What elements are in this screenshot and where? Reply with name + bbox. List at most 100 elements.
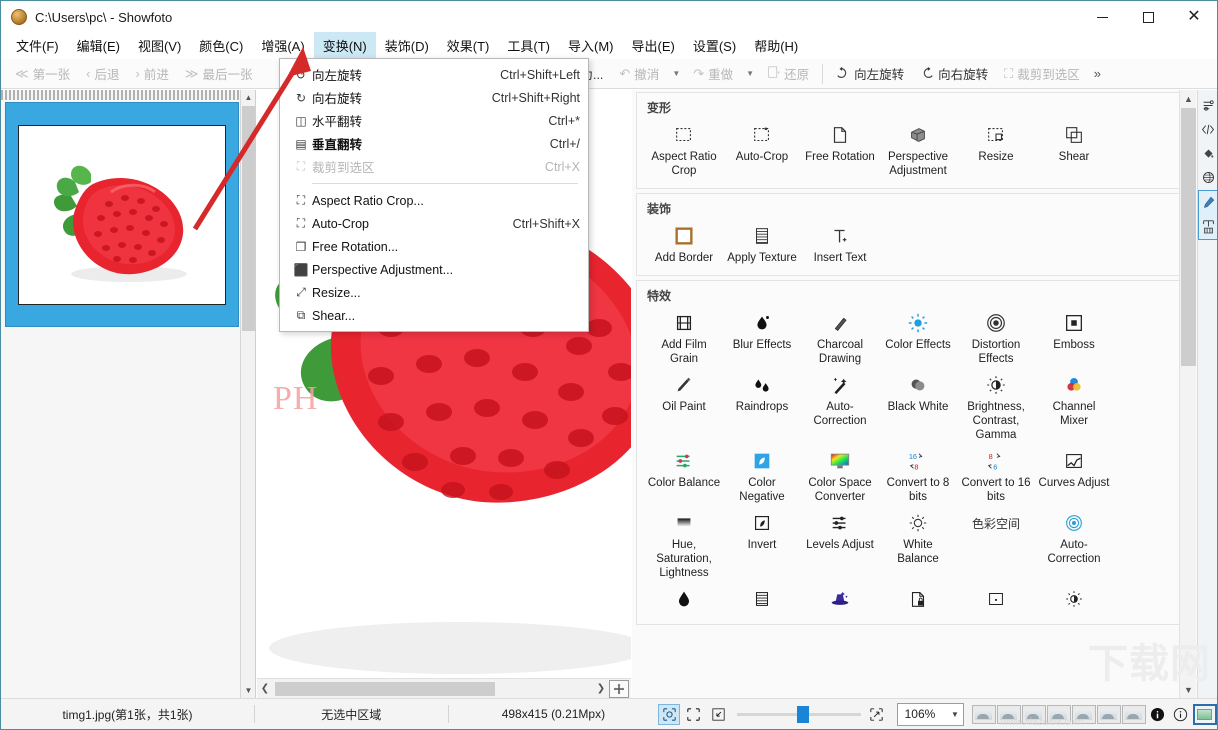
menu-decorate[interactable]: 装饰(D) xyxy=(376,32,438,59)
panel-drag-handle[interactable] xyxy=(1,90,240,100)
zoom-in-button[interactable] xyxy=(866,704,888,725)
fit-to-window-button[interactable] xyxy=(658,703,680,725)
tool-color-balance[interactable]: Color Balance xyxy=(645,446,723,508)
tool-apply-texture[interactable]: Apply Texture xyxy=(723,221,801,269)
toolbar-crop-to-selection[interactable]: ⛶ 裁剪到选区 xyxy=(996,62,1088,85)
tool-color-negative[interactable]: Color Negative xyxy=(723,446,801,508)
menu-help[interactable]: 帮助(H) xyxy=(745,32,807,59)
sliders-icon[interactable] xyxy=(1199,94,1218,116)
tool-emboss[interactable]: Emboss xyxy=(1035,308,1113,370)
toolbar-forward[interactable]: › 前进 xyxy=(127,62,176,85)
scrollbar-thumb[interactable] xyxy=(242,106,255,331)
status-thumb-7[interactable] xyxy=(1121,704,1146,724)
actual-size-button[interactable] xyxy=(683,704,705,725)
zoom-slider-handle[interactable] xyxy=(797,706,810,723)
scroll-down-icon[interactable]: ▼ xyxy=(241,683,256,698)
info-filled-icon[interactable] xyxy=(1147,704,1169,725)
toolbar-first[interactable]: ≪ 第一张 xyxy=(7,62,78,85)
zoom-level-combobox[interactable]: 106% ▼ xyxy=(896,702,964,726)
code-icon[interactable] xyxy=(1199,118,1218,140)
menu-file[interactable]: 文件(F) xyxy=(7,32,68,59)
tools-scrollbar-thumb[interactable] xyxy=(1181,108,1196,366)
menu-item-auto-crop[interactable]: ⛶ Auto-Crop Ctrl+Shift+X xyxy=(280,212,588,235)
tool-channel-mixer[interactable]: Channel Mixer xyxy=(1035,370,1113,446)
toolbar-last[interactable]: ≫ 最后一张 xyxy=(177,62,261,85)
tool-convert-8bit[interactable]: 16 8 Convert to 8 bits xyxy=(879,446,957,508)
scroll-up-icon[interactable]: ▲ xyxy=(241,90,256,105)
close-button[interactable]: ✕ xyxy=(1171,1,1217,33)
toolbar-redo[interactable]: ↷ 重做 xyxy=(685,62,741,85)
zoom-slider[interactable] xyxy=(737,704,861,724)
toolbar-revert[interactable]: 还原 xyxy=(759,62,817,85)
menu-export[interactable]: 导出(E) xyxy=(623,32,684,59)
tool-magic-hat[interactable] xyxy=(801,584,879,618)
canvas-horizontal-scrollbar[interactable]: ❮ ❯ xyxy=(257,678,631,698)
tool-ink-drop[interactable] xyxy=(645,584,723,618)
menu-item-flip-horizontal[interactable]: ◫ 水平翻转 Ctrl+* xyxy=(280,109,588,132)
tool-brightness[interactable]: Brightness, Contrast, Gamma xyxy=(957,370,1035,446)
scroll-left-icon[interactable]: ❮ xyxy=(257,679,273,699)
menu-item-resize[interactable]: ⤢ Resize... xyxy=(280,281,588,304)
status-thumb-1[interactable] xyxy=(971,704,996,724)
tool-color-space[interactable]: Color Space Converter xyxy=(801,446,879,508)
tool-distortion[interactable]: Distortion Effects xyxy=(957,308,1035,370)
tool-aspect-ratio-crop[interactable]: Aspect Ratio Crop xyxy=(645,120,723,182)
tool-film-grain[interactable]: Add Film Grain xyxy=(645,308,723,370)
tool-auto-crop[interactable]: Auto-Crop xyxy=(723,120,801,182)
toolbar-rotate-right[interactable]: 向右旋转 xyxy=(912,62,996,85)
menu-item-perspective[interactable]: ⬛ Perspective Adjustment... xyxy=(280,258,588,281)
menu-item-free-rotation[interactable]: ❐ Free Rotation... xyxy=(280,235,588,258)
tool-color-effects[interactable]: Color Effects xyxy=(879,308,957,370)
tool-stripes[interactable] xyxy=(723,584,801,618)
undo-dropdown-arrow[interactable]: ▼ xyxy=(667,69,685,78)
pan-tool-icon[interactable] xyxy=(609,679,629,698)
minimize-button[interactable] xyxy=(1079,1,1125,33)
tool-brightness-sun[interactable] xyxy=(1035,584,1113,618)
tool-invert[interactable]: Invert xyxy=(723,508,801,584)
menu-view[interactable]: 视图(V) xyxy=(129,32,190,59)
info-outline-icon[interactable] xyxy=(1170,704,1192,725)
toolbar-back[interactable]: ‹ 后退 xyxy=(78,62,127,85)
menu-color[interactable]: 颜色(C) xyxy=(190,32,252,59)
tool-perspective[interactable]: Perspective Adjustment xyxy=(879,120,957,182)
menu-import[interactable]: 导入(M) xyxy=(559,32,623,59)
tool-raindrops[interactable]: Raindrops xyxy=(723,370,801,446)
tool-color-space-zh[interactable]: 色彩空间 xyxy=(957,508,1035,584)
tool-blur[interactable]: Blur Effects xyxy=(723,308,801,370)
tool-auto-correction-2[interactable]: Auto-Correction xyxy=(1035,508,1113,584)
ruler-icon[interactable] xyxy=(1199,215,1218,237)
tool-curves[interactable]: Curves Adjust xyxy=(1035,446,1113,508)
toolbar-undo[interactable]: ↶ 撤消 xyxy=(611,62,667,85)
menu-settings[interactable]: 设置(S) xyxy=(684,32,745,59)
tool-insert-text[interactable]: Insert Text xyxy=(801,221,879,269)
menu-enhance[interactable]: 增强(A) xyxy=(252,32,313,59)
tool-dot-frame[interactable] xyxy=(957,584,1035,618)
menu-effects[interactable]: 效果(T) xyxy=(438,32,499,59)
pencil-icon[interactable] xyxy=(1199,191,1218,213)
menu-transform[interactable]: 变换(N) xyxy=(313,32,376,59)
globe-icon[interactable] xyxy=(1199,166,1218,188)
maximize-button[interactable] xyxy=(1125,1,1171,33)
tool-auto-correction[interactable]: Auto-Correction xyxy=(801,370,879,446)
menu-edit[interactable]: 编辑(E) xyxy=(68,32,129,59)
menu-item-rotate-left[interactable]: ↺ 向左旋转 Ctrl+Shift+Left xyxy=(280,63,588,86)
tool-shear[interactable]: Shear xyxy=(1035,120,1113,182)
tool-black-white[interactable]: Black White xyxy=(879,370,957,446)
tool-resize[interactable]: Resize xyxy=(957,120,1035,182)
tool-add-border[interactable]: Add Border xyxy=(645,221,723,269)
tools-scroll-up-icon[interactable]: ▲ xyxy=(1180,90,1197,107)
hscroll-track[interactable] xyxy=(273,681,593,696)
menu-tools[interactable]: 工具(T) xyxy=(498,32,559,59)
toolbar-overflow-button[interactable]: » xyxy=(1088,66,1107,81)
tools-panel-scrollbar[interactable]: ▲ ▼ xyxy=(1179,90,1196,698)
scroll-right-icon[interactable]: ❯ xyxy=(593,679,609,699)
tool-charcoal[interactable]: Charcoal Drawing xyxy=(801,308,879,370)
menu-item-flip-vertical[interactable]: ▤ 垂直翻转 Ctrl+/ xyxy=(280,132,588,155)
zoom-out-button[interactable] xyxy=(708,704,730,725)
menu-item-rotate-right[interactable]: ↻ 向右旋转 Ctrl+Shift+Right xyxy=(280,86,588,109)
menu-item-shear[interactable]: ⧉ Shear... xyxy=(280,304,588,327)
status-preview-toggle[interactable] xyxy=(1192,703,1217,725)
tool-lock-image[interactable] xyxy=(879,584,957,618)
paint-bucket-icon[interactable] xyxy=(1199,142,1218,164)
tool-convert-16bit[interactable]: 8 6 Convert to 16 bits xyxy=(957,446,1035,508)
